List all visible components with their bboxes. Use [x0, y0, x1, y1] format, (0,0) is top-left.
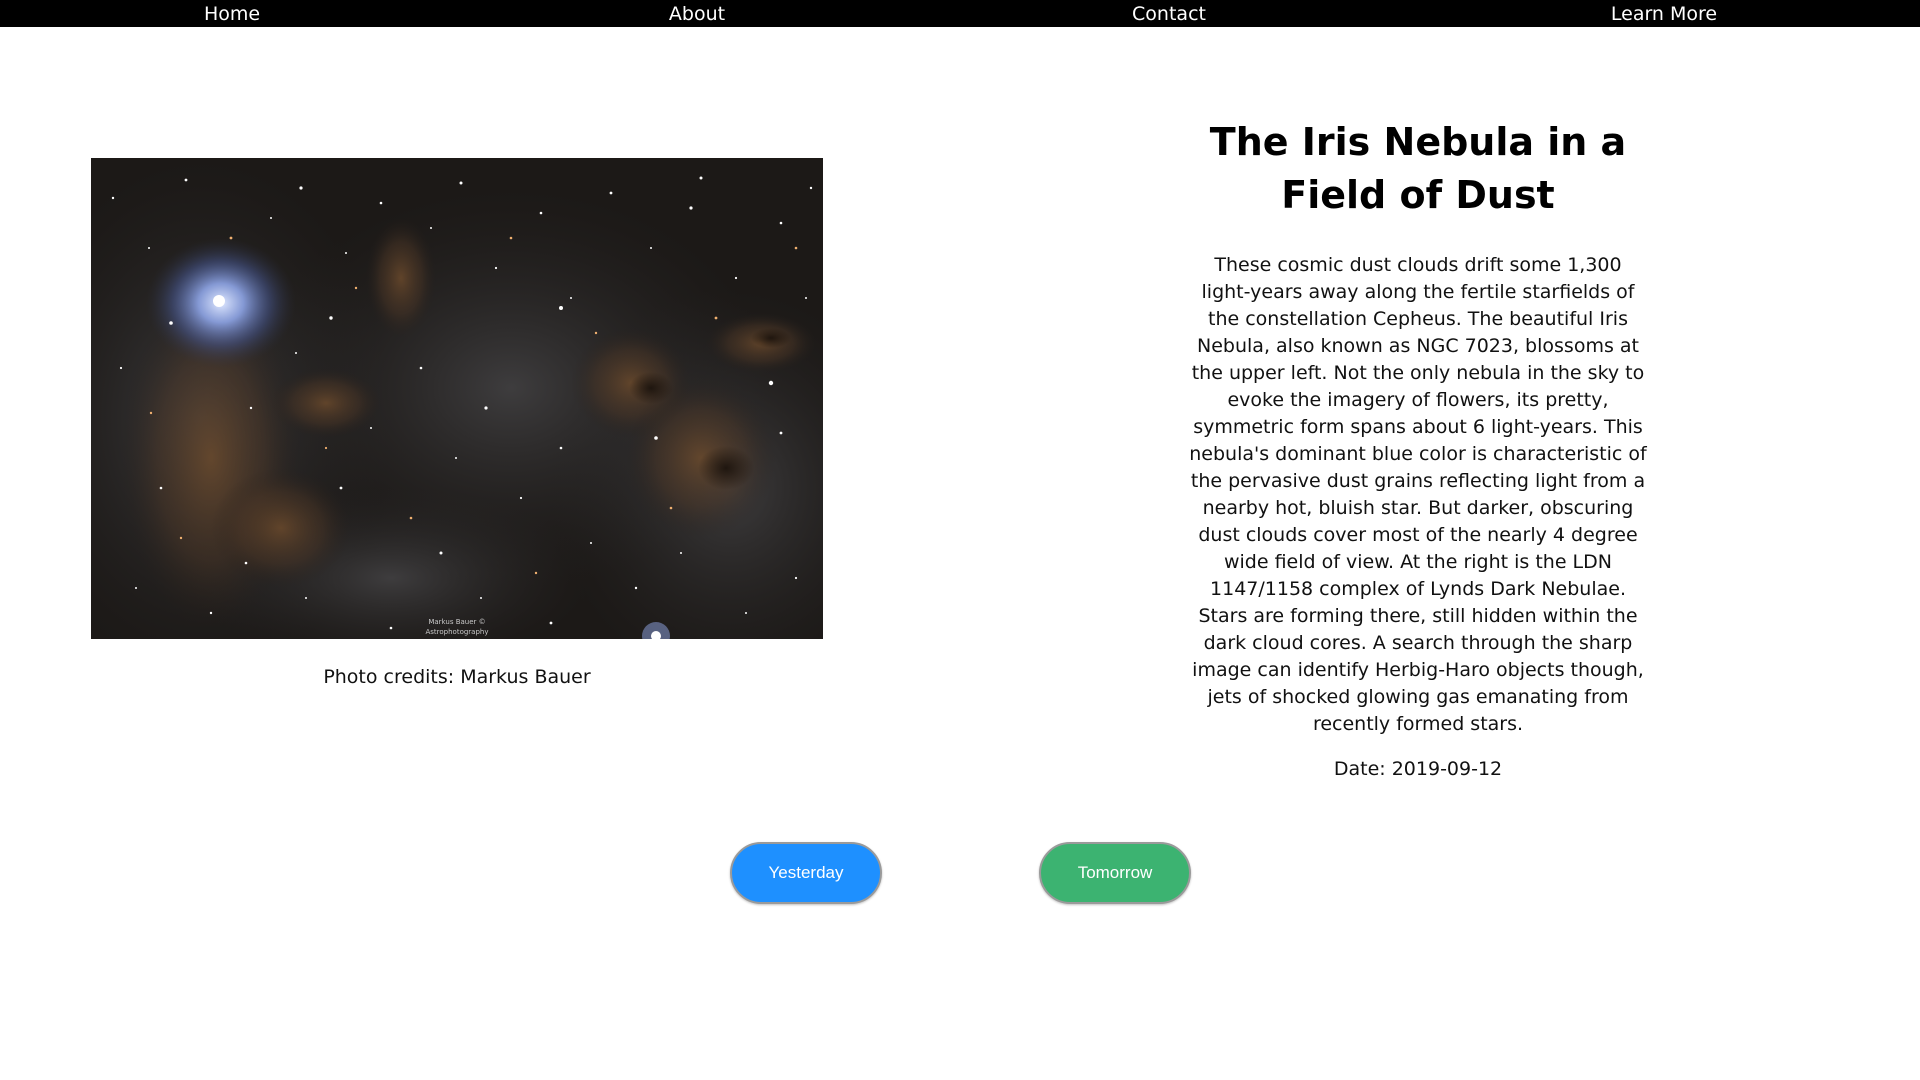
nebula-photo: Markus Bauer © Astrophotography: [91, 158, 823, 639]
date-value: 2019-09-12: [1391, 758, 1503, 780]
nav-about-link[interactable]: About: [669, 0, 725, 27]
nav-contact-link[interactable]: Contact: [1132, 0, 1206, 27]
date-label: Date:: [1333, 758, 1386, 780]
watermark-line-2: Astrophotography: [425, 628, 488, 636]
yesterday-button[interactable]: Yesterday: [730, 842, 882, 904]
watermark-line-1: Markus Bauer ©: [428, 618, 485, 626]
article-title: The Iris Nebula in a Field of Dust: [1209, 120, 1627, 217]
nebula-image: Markus Bauer © Astrophotography: [91, 158, 823, 639]
nav-learn-more-link[interactable]: Learn More: [1611, 0, 1717, 27]
photo-credit: Photo credits: Markus Bauer: [323, 666, 591, 688]
article-panel: The Iris Nebula in a Field of Dust These…: [1188, 116, 1648, 783]
article-description: These cosmic dust clouds drift some 1,30…: [1189, 254, 1647, 735]
article-date: Date: 2019-09-12: [1188, 756, 1648, 783]
nav-home-link[interactable]: Home: [204, 0, 260, 27]
top-navbar: Home About Contact Learn More: [0, 0, 1920, 27]
tomorrow-button[interactable]: Tomorrow: [1039, 842, 1191, 904]
